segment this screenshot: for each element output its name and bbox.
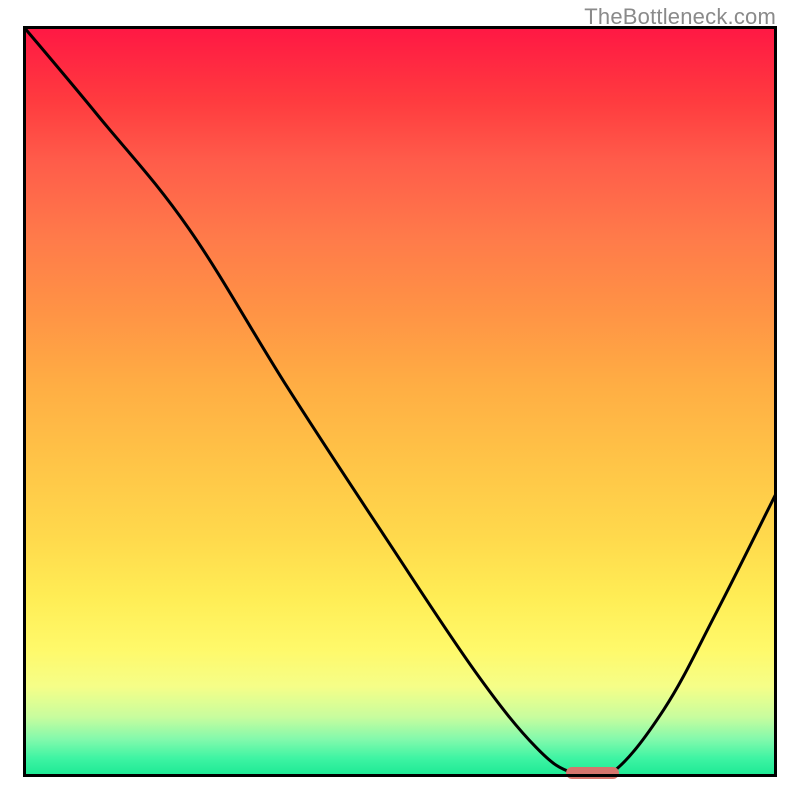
optimal-range-marker [566, 767, 619, 779]
plot-background-gradient [23, 26, 777, 777]
bottleneck-chart: TheBottleneck.com [0, 0, 800, 800]
watermark-text: TheBottleneck.com [584, 4, 776, 30]
